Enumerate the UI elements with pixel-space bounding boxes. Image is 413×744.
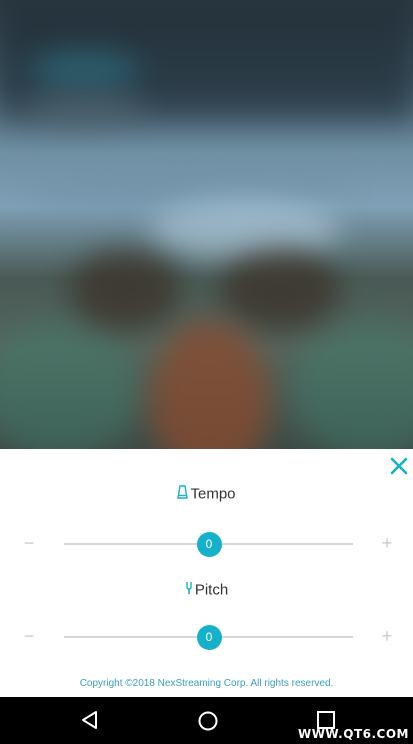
metronome-icon: [177, 485, 189, 503]
home-button[interactable]: [197, 710, 219, 737]
tempo-slider-thumb[interactable]: 0: [196, 532, 222, 557]
pitch-slider-thumb[interactable]: 0: [196, 625, 222, 650]
back-button[interactable]: [80, 710, 100, 735]
close-button[interactable]: [389, 456, 409, 476]
tempo-pitch-panel: Tempo − 0 + Pitch − 0 + Copyright ©2018 …: [0, 449, 413, 697]
home-icon: [198, 711, 218, 731]
pitch-decrease-button[interactable]: −: [19, 626, 39, 646]
pitch-heading: Pitch: [0, 581, 413, 599]
back-icon: [82, 711, 97, 729]
tempo-decrease-button[interactable]: −: [19, 533, 39, 553]
tuning-fork-icon: [185, 581, 193, 599]
tempo-heading: Tempo: [0, 485, 413, 503]
copyright-text: Copyright ©2018 NexStreaming Corp. All r…: [79, 678, 334, 689]
tempo-increase-button[interactable]: +: [377, 533, 397, 553]
blurred-background: [0, 0, 413, 449]
pitch-increase-button[interactable]: +: [377, 626, 397, 646]
watermark-text: WWW.QT6.COM: [297, 727, 409, 741]
screen: Tempo − 0 + Pitch − 0 + Copyright ©2018 …: [0, 0, 413, 744]
tempo-slider-row: − 0 +: [0, 529, 413, 559]
pitch-label: Pitch: [194, 581, 229, 599]
pitch-slider-row: − 0 +: [0, 622, 413, 652]
close-icon: [390, 457, 408, 475]
system-navigation-bar: WWW.QT6.COM: [0, 697, 413, 744]
tempo-label: Tempo: [190, 485, 236, 503]
